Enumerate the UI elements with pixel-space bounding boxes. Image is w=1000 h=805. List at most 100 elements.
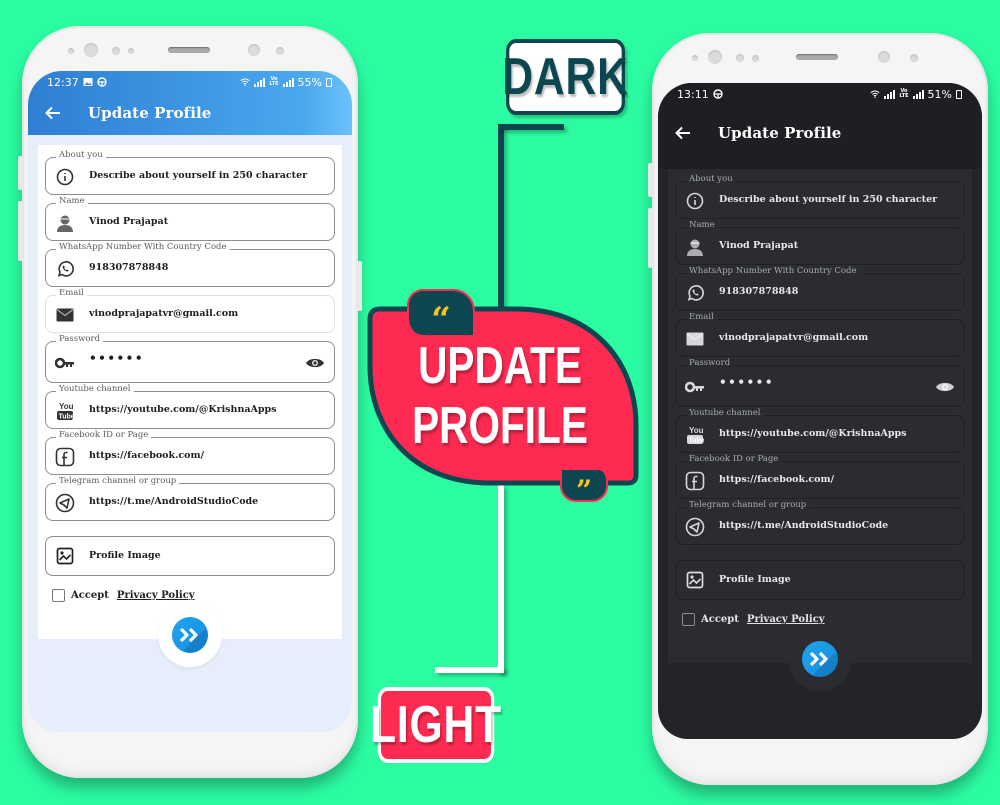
field-label: Facebook ID or Page — [686, 454, 782, 464]
field-value: 918307878848 — [719, 286, 799, 297]
close-quote-icon: ” — [560, 470, 608, 507]
telegram-icon — [55, 493, 75, 513]
form-field-email[interactable]: Email vinodprajapatvr@gmail.com — [675, 312, 965, 357]
submit-button-holder — [788, 627, 852, 691]
battery-percent: 55% — [297, 75, 322, 89]
profile-image-picker[interactable]: Profile Image — [675, 560, 965, 600]
field-label: About you — [686, 174, 736, 184]
power-button — [357, 261, 362, 311]
field-label: Email — [686, 312, 717, 322]
dark-connector-line — [498, 124, 504, 311]
profile-image-label: Profile Image — [89, 550, 161, 561]
form-field-name[interactable]: Name Vinod Prajapat — [675, 220, 965, 265]
whatsapp-icon — [55, 259, 75, 279]
field-value: Vinod Prajapat — [89, 216, 169, 227]
user-avatar-icon — [55, 213, 75, 233]
accept-privacy-row: Accept Privacy Policy — [52, 589, 195, 602]
field-value: https://facebook.com/ — [719, 474, 835, 485]
phone-sensors — [652, 50, 988, 66]
field-value: https://facebook.com/ — [89, 450, 205, 461]
field-label: Name — [56, 196, 88, 206]
field-value: https://t.me/AndroidStudioCode — [89, 496, 259, 507]
signal-icon — [282, 77, 294, 87]
profile-image-picker[interactable]: Profile Image — [45, 536, 335, 576]
privacy-policy-link[interactable]: Privacy Policy — [117, 590, 195, 601]
key-icon — [55, 353, 75, 373]
app-bar: 12:37 Vo LTE 55% Update Profile — [28, 71, 352, 135]
toolbar: Update Profile — [28, 93, 352, 133]
field-label: WhatsApp Number With Country Code — [686, 266, 860, 276]
arrow-left-icon — [45, 106, 60, 120]
volte-icon: Vo LTE — [269, 76, 279, 87]
gallery-notification-icon — [83, 78, 93, 86]
submit-button[interactable] — [172, 617, 208, 653]
field-label: Facebook ID or Page — [56, 430, 152, 440]
battery-icon — [956, 89, 962, 99]
field-label: Youtube channel — [686, 408, 764, 418]
svg-text:Tube: Tube — [689, 438, 705, 445]
user-avatar-icon — [685, 237, 705, 257]
form-field-password[interactable]: Password •••••• — [675, 358, 965, 407]
submit-button-holder — [158, 603, 222, 667]
form-field-name[interactable]: Name Vinod Prajapat — [45, 196, 335, 241]
privacy-policy-link[interactable]: Privacy Policy — [747, 614, 825, 625]
svg-text:You: You — [59, 402, 74, 411]
status-bar: 13:11 Vo LTE 51% — [677, 86, 962, 102]
svg-text:You: You — [689, 426, 704, 435]
back-button[interactable] — [36, 96, 70, 130]
eye-icon[interactable] — [935, 379, 955, 399]
steering-notification-icon — [713, 89, 723, 99]
headline-line-1: UPDATE — [418, 337, 582, 395]
field-label: Telegram channel or group — [686, 500, 810, 510]
form-field-youtube-channel[interactable]: Youtube channel You Tube https://youtube.co… — [675, 408, 965, 453]
field-label: Telegram channel or group — [56, 476, 180, 486]
info-icon — [685, 191, 705, 211]
form-field-about-you[interactable]: About you Describe about yourself in 250 … — [675, 174, 965, 219]
wifi-icon — [870, 90, 880, 98]
form-field-facebook-id-or-page[interactable]: Facebook ID or Page https://facebook.com/ — [45, 430, 335, 475]
form-field-whatsapp-number-with-country-code[interactable]: WhatsApp Number With Country Code 9183078… — [675, 266, 965, 311]
form-field-password[interactable]: Password •••••• — [45, 334, 335, 383]
youtube-icon: You Tube — [685, 425, 705, 445]
field-value: Vinod Prajapat — [719, 240, 799, 251]
whatsapp-icon — [685, 283, 705, 303]
page-title: Update Profile — [718, 124, 842, 142]
volume-button — [18, 201, 23, 261]
youtube-icon: You Tube — [55, 401, 75, 421]
field-label: Youtube channel — [56, 384, 134, 394]
accept-label: Accept — [71, 590, 109, 601]
back-button[interactable] — [666, 116, 700, 150]
app-screen: 12:37 Vo LTE 55% Update Profile About yo… — [28, 71, 352, 732]
form-field-facebook-id-or-page[interactable]: Facebook ID or Page https://facebook.com/ — [675, 454, 965, 499]
accept-checkbox[interactable] — [682, 613, 695, 626]
form-field-telegram-channel-or-group[interactable]: Telegram channel or group https://t.me/An… — [675, 500, 965, 545]
accept-checkbox[interactable] — [52, 589, 65, 602]
telegram-icon — [685, 517, 705, 537]
form-field-whatsapp-number-with-country-code[interactable]: WhatsApp Number With Country Code 9183078… — [45, 242, 335, 287]
field-value: •••••• — [89, 351, 145, 365]
form-field-email[interactable]: Email vinodprajapatvr@gmail.com — [45, 288, 335, 333]
submit-button[interactable] — [802, 641, 838, 677]
field-label: Email — [56, 288, 87, 298]
field-value: vinodprajapatvr@gmail.com — [719, 332, 869, 343]
status-bar: 12:37 Vo LTE 55% — [47, 74, 332, 90]
form-field-youtube-channel[interactable]: Youtube channel You Tube https://youtube.co… — [45, 384, 335, 429]
facebook-icon — [55, 447, 75, 467]
open-quote-icon: “ — [407, 289, 475, 340]
field-value: vinodprajapatvr@gmail.com — [89, 308, 239, 319]
light-connector-line — [498, 485, 504, 673]
form-field-about-you[interactable]: About you Describe about yourself in 250 … — [45, 150, 335, 195]
accept-privacy-row: Accept Privacy Policy — [682, 613, 825, 626]
profile-form: About you Describe about yourself in 250 … — [668, 169, 972, 691]
field-label: WhatsApp Number With Country Code — [56, 242, 230, 252]
eye-icon[interactable] — [305, 355, 325, 375]
image-icon — [55, 546, 75, 566]
status-time: 12:37 — [47, 75, 79, 89]
svg-text:Tube: Tube — [59, 414, 75, 421]
double-chevron-right-icon — [809, 651, 828, 667]
image-icon — [685, 570, 705, 590]
signal-icon — [254, 77, 266, 87]
form-field-telegram-channel-or-group[interactable]: Telegram channel or group https://t.me/An… — [45, 476, 335, 521]
dark-phone-mockup: 13:11 Vo LTE 51% Update Profile About yo… — [648, 33, 988, 785]
wifi-icon — [240, 78, 250, 86]
